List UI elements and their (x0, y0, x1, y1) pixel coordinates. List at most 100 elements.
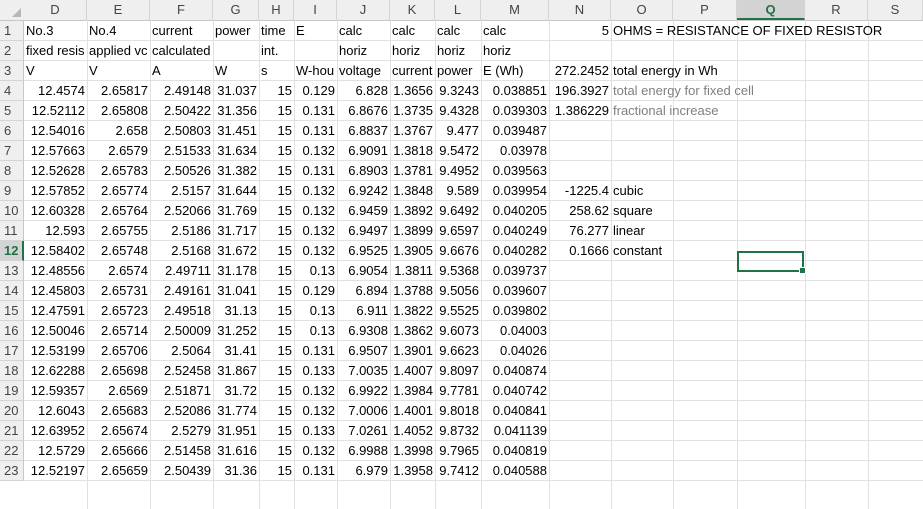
cell-l8[interactable]: 9.4952 (435, 161, 481, 181)
cell-d21[interactable]: 12.63952 (24, 421, 87, 441)
row-header-1[interactable]: 1 (0, 21, 24, 41)
cell-f6[interactable]: 2.50803 (150, 121, 213, 141)
cell-i17[interactable]: 0.131 (294, 341, 337, 361)
column-header-l[interactable]: L (435, 0, 481, 20)
row-header-21[interactable]: 21 (0, 421, 24, 441)
cell-l11[interactable]: 9.6597 (435, 221, 481, 241)
cell-k8[interactable]: 1.3781 (390, 161, 435, 181)
cell-l20[interactable]: 9.8018 (435, 401, 481, 421)
row-header-8[interactable]: 8 (0, 161, 24, 181)
cell-j18[interactable]: 7.0035 (337, 361, 390, 381)
row-header-17[interactable]: 17 (0, 341, 24, 361)
cell-f17[interactable]: 2.5064 (150, 341, 213, 361)
cell-e16[interactable]: 2.65714 (87, 321, 150, 341)
cell-g8[interactable]: 31.382 (213, 161, 259, 181)
cell-g12[interactable]: 31.672 (213, 241, 259, 261)
cell-i1[interactable]: E (294, 21, 337, 41)
cell-l6[interactable]: 9.477 (435, 121, 481, 141)
cell-o9[interactable]: cubic (611, 181, 673, 201)
cell-o3[interactable]: total energy in Wh (611, 61, 718, 81)
cell-j9[interactable]: 6.9242 (337, 181, 390, 201)
cell-e5[interactable]: 2.65808 (87, 101, 150, 121)
cell-d6[interactable]: 12.54016 (24, 121, 87, 141)
column-header-k[interactable]: K (390, 0, 435, 20)
cell-j19[interactable]: 6.9922 (337, 381, 390, 401)
cell-k3[interactable]: current (390, 61, 435, 81)
cell-k4[interactable]: 1.3656 (390, 81, 435, 101)
row-header-11[interactable]: 11 (0, 221, 24, 241)
column-header-f[interactable]: F (150, 0, 213, 20)
cell-j7[interactable]: 6.9091 (337, 141, 390, 161)
cell-g23[interactable]: 31.36 (213, 461, 259, 481)
cell-h12[interactable]: 15 (259, 241, 294, 261)
row-header-23[interactable]: 23 (0, 461, 24, 481)
cell-m6[interactable]: 0.039487 (481, 121, 549, 141)
cell-h18[interactable]: 15 (259, 361, 294, 381)
cell-n3[interactable]: 272.2452 (549, 61, 611, 81)
cell-j20[interactable]: 7.0006 (337, 401, 390, 421)
cell-l18[interactable]: 9.8097 (435, 361, 481, 381)
row-header-2[interactable]: 2 (0, 41, 24, 61)
cell-h16[interactable]: 15 (259, 321, 294, 341)
row-header-7[interactable]: 7 (0, 141, 24, 161)
cell-i4[interactable]: 0.129 (294, 81, 337, 101)
cell-m20[interactable]: 0.040841 (481, 401, 549, 421)
cell-j5[interactable]: 6.8676 (337, 101, 390, 121)
cell-e15[interactable]: 2.65723 (87, 301, 150, 321)
cell-d11[interactable]: 12.593 (24, 221, 87, 241)
column-header-g[interactable]: G (213, 0, 259, 20)
cell-m22[interactable]: 0.040819 (481, 441, 549, 461)
cell-i20[interactable]: 0.132 (294, 401, 337, 421)
cell-h23[interactable]: 15 (259, 461, 294, 481)
cell-i8[interactable]: 0.131 (294, 161, 337, 181)
cell-i22[interactable]: 0.132 (294, 441, 337, 461)
cell-j10[interactable]: 6.9459 (337, 201, 390, 221)
cell-m15[interactable]: 0.039802 (481, 301, 549, 321)
cell-k2[interactable]: horiz (390, 41, 435, 61)
cell-k9[interactable]: 1.3848 (390, 181, 435, 201)
cell-d3[interactable]: V (24, 61, 87, 81)
cell-f23[interactable]: 2.50439 (150, 461, 213, 481)
cell-n11[interactable]: 76.277 (549, 221, 611, 241)
cell-h13[interactable]: 15 (259, 261, 294, 281)
cell-j6[interactable]: 6.8837 (337, 121, 390, 141)
cell-i11[interactable]: 0.132 (294, 221, 337, 241)
cell-h21[interactable]: 15 (259, 421, 294, 441)
cell-d15[interactable]: 12.47591 (24, 301, 87, 321)
cell-e12[interactable]: 2.65748 (87, 241, 150, 261)
cell-d4[interactable]: 12.4574 (24, 81, 87, 101)
cell-o10[interactable]: square (611, 201, 673, 221)
cell-k13[interactable]: 1.3811 (390, 261, 435, 281)
cell-o1[interactable]: OHMS = RESISTANCE OF FIXED RESISTOR (611, 21, 882, 41)
cell-e19[interactable]: 2.6569 (87, 381, 150, 401)
cell-f14[interactable]: 2.49161 (150, 281, 213, 301)
spreadsheet-grid[interactable]: D E F G H I J K L M N O P Q R S 1 No.3 No.4 current power tim… (0, 0, 923, 509)
cell-i5[interactable]: 0.131 (294, 101, 337, 121)
cell-l17[interactable]: 9.6623 (435, 341, 481, 361)
cell-k10[interactable]: 1.3892 (390, 201, 435, 221)
cell-k20[interactable]: 1.4001 (390, 401, 435, 421)
cell-f8[interactable]: 2.50526 (150, 161, 213, 181)
cell-e3[interactable]: V (87, 61, 150, 81)
row-header-10[interactable]: 10 (0, 201, 24, 221)
cell-h14[interactable]: 15 (259, 281, 294, 301)
cell-m13[interactable]: 0.039737 (481, 261, 549, 281)
column-header-e[interactable]: E (87, 0, 150, 20)
cell-i3[interactable]: W-hou (294, 61, 337, 81)
cell-l14[interactable]: 9.5056 (435, 281, 481, 301)
active-cell-q12[interactable] (737, 251, 806, 274)
cell-h17[interactable]: 15 (259, 341, 294, 361)
cell-m14[interactable]: 0.039607 (481, 281, 549, 301)
cell-g21[interactable]: 31.951 (213, 421, 259, 441)
cell-l2[interactable]: horiz (435, 41, 481, 61)
cell-i10[interactable]: 0.132 (294, 201, 337, 221)
cell-n10[interactable]: 258.62 (549, 201, 611, 221)
cell-h6[interactable]: 15 (259, 121, 294, 141)
cell-h11[interactable]: 15 (259, 221, 294, 241)
column-header-s[interactable]: S (868, 0, 923, 20)
cell-h22[interactable]: 15 (259, 441, 294, 461)
cell-f7[interactable]: 2.51533 (150, 141, 213, 161)
cell-f20[interactable]: 2.52086 (150, 401, 213, 421)
cell-h8[interactable]: 15 (259, 161, 294, 181)
column-header-r[interactable]: R (805, 0, 868, 20)
